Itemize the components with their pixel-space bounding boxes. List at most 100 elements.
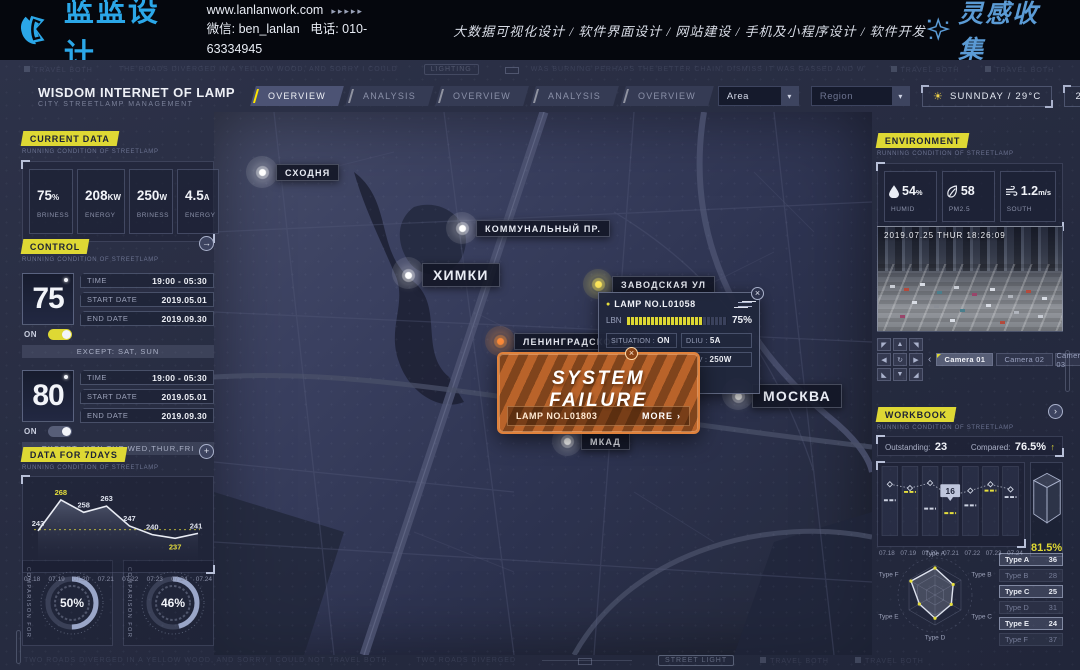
bar-label: LBN bbox=[606, 316, 622, 325]
deco-text: TWO ROADS DIVERGED bbox=[416, 657, 516, 664]
pan-up-icon[interactable]: ▲ bbox=[893, 338, 907, 351]
power-toggle[interactable] bbox=[48, 426, 72, 437]
lamp-pin-icon[interactable] bbox=[400, 267, 417, 284]
reset-rotate-icon[interactable]: ↻ bbox=[893, 353, 907, 366]
cube-icon bbox=[1032, 471, 1062, 527]
pan-up-left-icon[interactable]: ◤ bbox=[877, 338, 891, 351]
inspiration-collection: 灵感收集 bbox=[926, 0, 1060, 66]
caret-down-icon[interactable]: ▾ bbox=[781, 87, 798, 105]
pan-down-right-icon[interactable]: ◢ bbox=[909, 368, 923, 381]
x-tick-label: 07.22 bbox=[122, 576, 138, 583]
tab-overview-3[interactable]: OVERVIEW bbox=[620, 86, 714, 106]
week-line-chart: 243268258263247240237241 bbox=[25, 479, 209, 565]
deco-slider bbox=[542, 660, 632, 661]
panel-expand-icon[interactable]: → bbox=[199, 236, 214, 251]
lanlan-logo-icon bbox=[20, 13, 56, 47]
pan-right-icon[interactable]: ▶ bbox=[909, 353, 923, 366]
panel-subtitle: RUNNING CONDITION OF STREETLAMP bbox=[22, 465, 214, 471]
camera-button-1[interactable]: Camera 01 bbox=[936, 353, 993, 366]
lamp-pin-alert-icon[interactable] bbox=[492, 333, 509, 350]
left-edge-scroll-capsule bbox=[16, 630, 21, 664]
camera-button-2[interactable]: Camera 02 bbox=[996, 353, 1053, 366]
lamp-pin-warning-icon[interactable] bbox=[590, 276, 607, 293]
lamp-pin-icon[interactable] bbox=[559, 433, 576, 450]
region-select[interactable]: Region ▾ bbox=[811, 86, 910, 106]
x-tick-label: 07.23 bbox=[147, 576, 163, 583]
lamp-pin-icon[interactable] bbox=[254, 164, 271, 181]
wind-icon bbox=[1005, 186, 1018, 197]
street-light-chip: STREET LIGHT bbox=[658, 655, 734, 666]
camera-list: Camera 01 Camera 02 Camera 03 Camera 04 … bbox=[936, 353, 1080, 366]
video-timestamp: 2019.07.25 THUR 18:26:09 bbox=[884, 231, 1006, 240]
x-tick-label: 07.20 bbox=[73, 576, 89, 583]
title-bar: WISDOM INTERNET OF LAMP CITY STREETLAMP … bbox=[30, 80, 1064, 112]
close-icon[interactable]: × bbox=[625, 347, 638, 360]
checkbox-icon bbox=[760, 657, 766, 663]
more-button[interactable]: MORE› bbox=[642, 411, 681, 421]
svg-text:Type A: Type A bbox=[925, 551, 946, 558]
checkbox-icon bbox=[891, 66, 897, 72]
panel-label-chip: DATA FOR 7DAYS bbox=[21, 447, 127, 462]
svg-text:268: 268 bbox=[55, 488, 68, 497]
svg-text:Type B: Type B bbox=[971, 572, 991, 579]
wechat-text: 微信: ben_lanlan bbox=[207, 22, 300, 36]
dashboard: TRAVEL BOTH THE ROADS DIVERGED IN A YELL… bbox=[0, 60, 1080, 670]
map-label-khimki[interactable]: ХИМКИ bbox=[400, 263, 500, 287]
decorative-bottom-strip: TWO ROADS DIVERGED IN A YELLOW WOOD, AND… bbox=[24, 655, 1056, 666]
map-label-mkad[interactable]: МКАД bbox=[559, 433, 630, 450]
checkbox-icon bbox=[855, 657, 861, 663]
x-tick-label: 07.19 bbox=[49, 576, 65, 583]
tab-overview-2[interactable]: OVERVIEW bbox=[435, 86, 529, 106]
tab-overview-1[interactable]: OVERVIEW bbox=[250, 86, 344, 106]
stat-card-energy: 208KWENERGY bbox=[77, 169, 125, 234]
map-label-skhodnya[interactable]: СХОДНЯ bbox=[254, 164, 339, 181]
svg-text:237: 237 bbox=[169, 542, 182, 551]
checkbox-icon bbox=[985, 66, 991, 72]
type-row-b[interactable]: Type B28 bbox=[999, 569, 1063, 582]
type-row-f[interactable]: Type F37 bbox=[999, 633, 1063, 646]
caret-down-icon[interactable]: ▾ bbox=[892, 87, 909, 105]
brightness-value: 75% bbox=[732, 315, 752, 326]
camera-page-prev-icon[interactable]: ‹ bbox=[928, 354, 931, 365]
map-label-zavodskaya[interactable]: ЗАВОДСКАЯ УЛ bbox=[590, 276, 715, 293]
type-row-c[interactable]: Type C25 bbox=[999, 585, 1063, 598]
failure-lamp-id: LAMP NO.L01803 bbox=[516, 411, 597, 421]
type-row-e[interactable]: Type E24 bbox=[999, 617, 1063, 630]
pan-up-right-icon[interactable]: ◥ bbox=[909, 338, 923, 351]
type-row-a[interactable]: Type A36 bbox=[999, 553, 1063, 566]
pan-left-icon[interactable]: ◀ bbox=[877, 353, 891, 366]
close-icon[interactable]: × bbox=[751, 287, 764, 300]
deco-checkbox-item: TRAVEL BOTH bbox=[855, 657, 924, 665]
deco-lighting-chip: LIGHTING bbox=[424, 64, 479, 75]
checkbox-icon bbox=[24, 66, 30, 72]
website-text: www.lanlanwork.com bbox=[207, 3, 324, 17]
tab-analysis-2[interactable]: ANALYSIS bbox=[530, 86, 619, 106]
environment-panel: ENVIRONMENT RUNNING CONDITION OF STREETL… bbox=[877, 130, 1063, 230]
video-traffic-lanes bbox=[877, 264, 1063, 331]
settings-sliders-icon[interactable] bbox=[738, 300, 752, 309]
pan-down-left-icon[interactable]: ◣ bbox=[877, 368, 891, 381]
area-select[interactable]: Area ▾ bbox=[718, 86, 799, 106]
tab-analysis-1[interactable]: ANALYSIS bbox=[345, 86, 434, 106]
panel-expand-icon[interactable]: + bbox=[199, 444, 214, 459]
pan-down-icon[interactable]: ▼ bbox=[893, 368, 907, 381]
power-toggle[interactable] bbox=[48, 329, 72, 340]
stat-card-briness: 75%BRINESS bbox=[29, 169, 73, 234]
deco-checkbox-item: TRAVEL BOTH bbox=[985, 66, 1054, 74]
camera-button-3[interactable]: Camera 03 bbox=[1055, 353, 1080, 366]
camera-controls: ◤ ▲ ◥ ◀ ↻ ▶ ◣ ▼ ◢ ‹ Camera 01 Camera 02 … bbox=[877, 338, 1063, 381]
camera-video-feed[interactable]: 2019.07.25 THUR 18:26:09 bbox=[877, 226, 1063, 332]
lamp-pin-icon[interactable] bbox=[454, 220, 471, 237]
workbook-percent-block: 81.5% bbox=[1030, 462, 1063, 557]
contact-block: www.lanlanwork.com▸▸▸▸▸ 微信: ben_lanlan 电… bbox=[207, 1, 412, 59]
schedule-block-1: 75 ON TIME19:00 - 05:30 START DATE2019.0… bbox=[22, 273, 214, 358]
map-label-kommunalny[interactable]: КОММУНАЛЬНЫЙ ПР. bbox=[454, 220, 610, 237]
except-days-bar: EXCEPT: SAT, SUN bbox=[22, 345, 214, 358]
services-text: 大数据可视化设计 / 软件界面设计 / 网站建设 / 手机及小程序设计 / 软件… bbox=[453, 21, 925, 40]
svg-text:240: 240 bbox=[146, 523, 159, 532]
humidity-card: 54% HUMID bbox=[884, 171, 937, 222]
power-state-label: ON bbox=[24, 330, 37, 339]
panel-expand-icon[interactable]: › bbox=[1048, 404, 1063, 419]
gauge-value: 50% bbox=[60, 596, 84, 610]
type-row-d[interactable]: Type D31 bbox=[999, 601, 1063, 614]
